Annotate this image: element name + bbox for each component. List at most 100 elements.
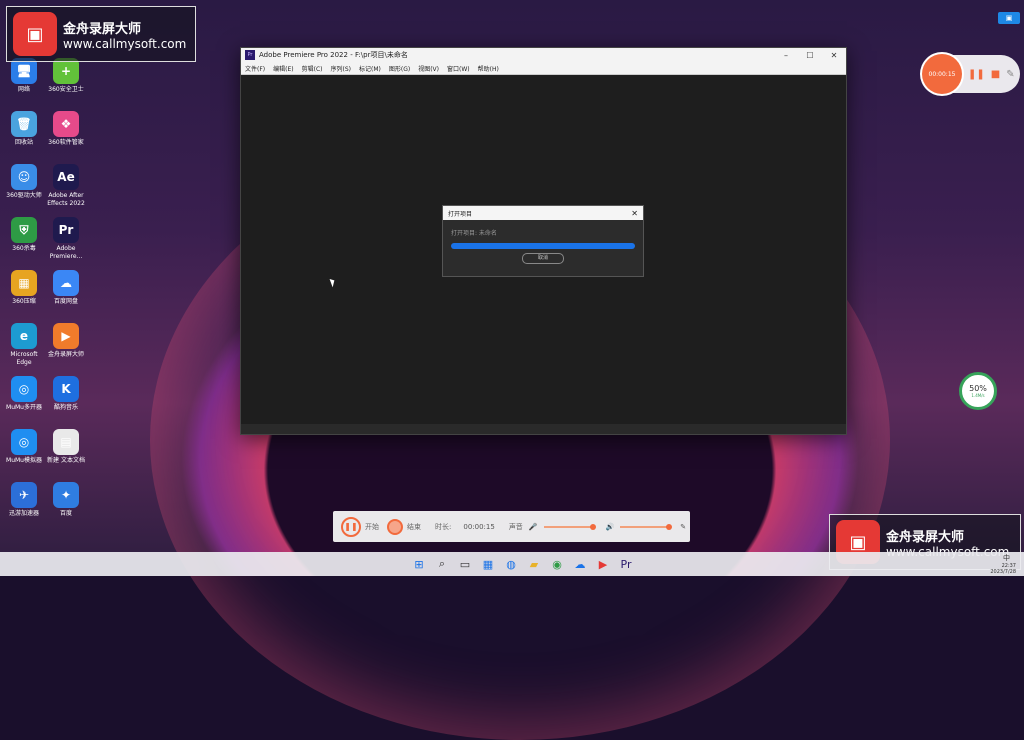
recorder-taskbar-icon[interactable]: ▶ — [594, 555, 612, 573]
app-icon: ◎ — [11, 429, 37, 455]
speaker-icon[interactable]: 🔊 — [606, 523, 615, 531]
pen-icon[interactable]: ✎ — [1006, 69, 1014, 80]
desktop-icon[interactable]: ☺ 360驱动大师 — [4, 164, 44, 200]
clock-date: 2023/7/28 — [990, 569, 1016, 575]
menu-item[interactable]: 帮助(H) — [478, 64, 499, 73]
desktop-icon[interactable]: ▦ 360压缩 — [4, 270, 44, 306]
menu-item[interactable]: 图形(G) — [389, 64, 410, 73]
pen-tool-icon[interactable]: ✎ — [680, 523, 686, 531]
menu-item[interactable]: 视图(V) — [418, 64, 439, 73]
desktop-icon[interactable]: ✦ 百度 — [46, 482, 86, 518]
desktop-icon-label: Adobe Premiere... — [49, 245, 83, 260]
desktop-icon-label: 百度 — [59, 510, 72, 517]
pause-icon[interactable]: ❚❚ — [968, 69, 985, 80]
desktop-icon[interactable]: ▤ 新建 文本文档 — [46, 429, 86, 465]
menu-item[interactable]: 窗口(W) — [447, 64, 470, 73]
file-explorer-icon[interactable]: ▰ — [525, 555, 543, 573]
desktop-icon[interactable]: Pr Adobe Premiere... — [46, 217, 86, 261]
premiere-title: Adobe Premiere Pro 2022 - F:\pr项目\未命名 — [259, 51, 408, 59]
desktop-icon[interactable]: +360安全卫士 — [46, 58, 86, 94]
dialog-cancel-button[interactable]: 取消 — [522, 253, 564, 264]
desktop-icon[interactable]: 🗑 回收站 — [4, 111, 44, 147]
desktop-icon[interactable]: ◎ MuMu模拟器 — [4, 429, 44, 465]
system-tray[interactable]: 中 22:37 2023/7/28 — [990, 553, 1016, 575]
desktop-icon-label: 迅游加速器 — [8, 510, 39, 517]
app-icon: ☁ — [53, 270, 79, 296]
taskbar: ⊞ ⌕ ▭ ▦ ◍ ▰ ◉ ☁ ▶ Pr 中 22:37 2023/7/28 — [0, 552, 1024, 576]
desktop-icon-label: 百度网盘 — [53, 298, 78, 305]
app-icon: ☺ — [11, 164, 37, 190]
desktop-icon[interactable]: ▶ 金舟录屏大师 — [46, 323, 86, 359]
menu-item[interactable]: 文件(F) — [245, 64, 265, 73]
desktop-icon-label: 360安全卫士 — [48, 86, 84, 93]
premiere-app-icon: Pr — [245, 50, 255, 60]
app-icon: K — [53, 376, 79, 402]
desktop-icon[interactable]: ☁ 百度网盘 — [46, 270, 86, 306]
menu-item[interactable]: 剪辑(C) — [302, 64, 323, 73]
speaker-volume-slider[interactable] — [620, 523, 673, 530]
app-icon: ▤ — [53, 429, 79, 455]
desktop-icon-label: 新建 文本文档 — [47, 457, 85, 464]
sound-label: 声音 — [508, 522, 523, 531]
stop-button[interactable] — [387, 518, 403, 535]
premiere-menubar: 文件(F) 编辑(E) 剪辑(C) 序列(S) 标记(M) 图形(G) 视图(V) 窗口(W)… — [241, 62, 846, 75]
premiere-titlebar: Pr Adobe Premiere Pro 2022 - F:\pr项目\未命名… — [241, 48, 846, 62]
desktop-icon[interactable]: 🖥 网络 — [4, 58, 44, 94]
desktop-icon-label: Microsoft Edge — [10, 351, 38, 366]
ime-indicator[interactable]: 中 — [1003, 554, 1010, 562]
desktop-icon-label: 金舟录屏大师 — [47, 351, 84, 358]
watermark-app-name: 金舟录屏大师 — [63, 21, 142, 37]
start-label: 开始 — [365, 522, 379, 531]
premiere-taskbar-icon[interactable]: Pr — [617, 555, 635, 573]
desktop-icon[interactable]: e Microsoft Edge — [4, 323, 44, 367]
app-icon: ⛨ — [11, 217, 37, 243]
mic-icon[interactable]: 🎤 — [529, 523, 538, 531]
app-icon: ❖ — [53, 111, 79, 137]
app-icon: ◎ — [11, 376, 37, 402]
app-icon: ✈ — [11, 482, 37, 508]
baidu-icon[interactable]: ☁ — [571, 555, 589, 573]
premiere-statusbar — [241, 424, 846, 434]
desktop-icon[interactable]: ✈ 迅游加速器 — [4, 482, 44, 518]
desktop-icon-label: 360压缩 — [12, 298, 36, 305]
recorder-logo-icon: ▣ — [13, 12, 57, 56]
app-icon: Pr — [53, 217, 79, 243]
app-icon: ✦ — [53, 482, 79, 508]
netmon-percent: 50% — [969, 384, 987, 393]
pause-button[interactable]: ❚❚ — [341, 516, 361, 537]
chrome-icon[interactable]: ◉ — [548, 555, 566, 573]
desktop-icon[interactable]: K 酷狗音乐 — [46, 376, 86, 412]
start-icon[interactable]: ⊞ — [410, 555, 428, 573]
taskview-icon[interactable]: ▭ — [456, 555, 474, 573]
app-icon: Ae — [53, 164, 79, 190]
desktop-icon[interactable]: ❖ 360软件管家 — [46, 111, 86, 147]
desktop-icon[interactable]: Ae Adobe After Effects 2022 — [46, 164, 86, 208]
desktop-icon[interactable]: ◎ MuMu多开器 — [4, 376, 44, 412]
network-monitor[interactable]: 50% 1.4M/s — [959, 372, 997, 410]
widgets-icon[interactable]: ▦ — [479, 555, 497, 573]
watermark-bottom-app: 金舟录屏大师 — [886, 529, 965, 545]
desktop-icon-label: 酷狗音乐 — [53, 404, 78, 411]
desktop-icon[interactable]: ⛨ 360杀毒 — [4, 217, 44, 253]
tray-top-icon[interactable]: ▣ — [998, 12, 1020, 24]
menu-item[interactable]: 序列(S) — [331, 64, 352, 73]
stop-icon[interactable]: ■ — [991, 69, 1000, 80]
stop-label: 结束 — [407, 522, 421, 531]
watermark-url: www.callmysoft.com — [63, 36, 187, 51]
chat-icon[interactable]: ◍ — [502, 555, 520, 573]
recorder-toolbar: ❚❚ 开始 结束 时长: 00:00:15 声音 🎤 🔊 ✎ — [333, 511, 690, 542]
maximize-button[interactable]: ☐ — [798, 51, 822, 60]
mic-volume-slider[interactable] — [543, 523, 596, 530]
menu-item[interactable]: 编辑(E) — [273, 64, 293, 73]
search-icon[interactable]: ⌕ — [433, 555, 451, 573]
minimize-button[interactable]: – — [774, 51, 798, 60]
dialog-titlebar: 打开项目 ✕ — [443, 206, 643, 220]
close-button[interactable]: ✕ — [822, 51, 846, 60]
menu-item[interactable]: 标记(M) — [359, 64, 381, 73]
app-icon: 🗑 — [11, 111, 37, 137]
dialog-message: 打开项目: 未命名 — [451, 230, 497, 237]
watermark-top: ▣ 金舟录屏大师 www.callmysoft.com — [6, 6, 196, 62]
recorder-float-widget[interactable]: 00:00:15 ❚❚ ■ ✎ — [922, 54, 1020, 94]
dialog-progress-bar — [451, 243, 635, 249]
dialog-close-icon[interactable]: ✕ — [631, 209, 638, 218]
